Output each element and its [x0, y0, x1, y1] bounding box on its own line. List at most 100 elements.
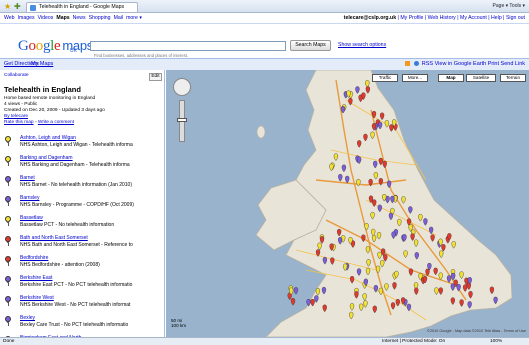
marker-stem [7, 322, 9, 326]
tab-title: Telehealth in England - Google Maps [39, 4, 125, 10]
place-item[interactable]: Bedfordshire NHS Bedfordshire - attention… [0, 254, 164, 275]
account-links: telecare@cslp.org.uk | My Profile | Web … [344, 13, 525, 23]
map-marker-icon[interactable] [293, 287, 299, 295]
marker-stem [7, 262, 9, 266]
place-title-link[interactable]: Barnsley [20, 195, 39, 201]
place-item[interactable]: Barnsley NHS Barnsley - Programme - COPD/… [0, 194, 164, 215]
place-description: NHS Bedfordshire - attention (2008) [20, 262, 100, 268]
account-links-text[interactable]: | My Profile | Web History | My Account … [398, 15, 525, 21]
map-title: Telehealth in England [4, 85, 81, 94]
show-search-options-link[interactable]: Show search options [338, 42, 386, 48]
map-scale: 50 mi 100 km [171, 318, 186, 328]
zoom-level[interactable]: 100% [490, 338, 502, 345]
place-description: NHS Barking and Dagenham - Telehealth in… [20, 162, 130, 168]
place-title-link[interactable]: Berkshire East [20, 275, 53, 281]
place-title-link[interactable]: Barking and Dagenham [20, 155, 73, 161]
place-title-link[interactable]: Bedfordshire [20, 255, 48, 261]
place-title-link[interactable]: Ashton, Leigh and Wigan [20, 135, 76, 141]
logo-region: UK [70, 48, 77, 54]
place-item[interactable]: Bexley Bexley Care Trust - No PCT telehea… [0, 314, 164, 335]
place-description: NHS Berkshire West - No PCT telehealth i… [20, 302, 131, 308]
place-description: Bassetlaw PCT - No telehealth informatio… [20, 222, 115, 228]
marker-stem [7, 222, 9, 226]
browser-tab[interactable]: Telehealth in England - Google Maps [26, 2, 138, 12]
map-button-satellite[interactable]: Satellite [466, 74, 496, 82]
gbar-link-7[interactable]: more ▾ [126, 15, 142, 21]
map-rating-links: Rate this map - Write a comment [4, 120, 75, 125]
place-description: NHS Barnsley - Programme - COPD/HF (Oct … [20, 202, 134, 208]
map-button-more[interactable]: More... [402, 74, 428, 82]
marker-stem [7, 162, 9, 166]
security-zone: Internet | Protected Mode: On [382, 339, 446, 344]
place-item[interactable]: Ashton, Leigh and Wigan NHS Ashton, Leigh… [0, 134, 164, 155]
map-button-map[interactable]: Map [438, 74, 464, 82]
map-button-traffic[interactable]: Traffic [372, 74, 398, 82]
map-marker-icon[interactable] [290, 298, 296, 306]
gbar-link-0[interactable]: Web [4, 15, 15, 21]
map-button-terrain[interactable]: Terrain [500, 74, 526, 82]
favorites-star-icon[interactable]: ★ [4, 2, 11, 11]
place-title-link[interactable]: Bassetlaw [20, 215, 43, 221]
browser-toolbar-menus[interactable]: Page ▾ Tools ▾ [493, 2, 525, 11]
gbar-link-1[interactable]: Images [18, 15, 35, 21]
browser-status-bar: Done Internet | Protected Mode: On 100% [0, 337, 529, 345]
marker-stem [7, 302, 9, 306]
collaborate-link[interactable]: Collaborate [4, 73, 29, 78]
place-description: Bexley Care Trust - No PCT telehealth in… [20, 322, 129, 328]
gbar-link-5[interactable]: Shopping [89, 15, 111, 21]
scale-km: 100 km [171, 323, 187, 328]
places-list: Ashton, Leigh and Wigan NHS Ashton, Leigh… [0, 134, 164, 337]
place-item[interactable]: Berkshire West NHS Berkshire West - No PC… [0, 294, 164, 315]
marker-stem [7, 202, 9, 206]
gbar-link-2[interactable]: Videos [38, 15, 54, 21]
maps-favicon-icon [30, 5, 36, 11]
gbar-link-4[interactable]: News [73, 15, 86, 21]
marker-stem [7, 282, 9, 286]
map-action-links[interactable]: RSS View in Google Earth Print Send Link [422, 61, 525, 67]
google-maps-logo[interactable]: Google maps [18, 38, 93, 54]
map-canvas[interactable]: Traffic More... Map Satellite Terrain 50 mi … [166, 70, 529, 337]
search-maps-button[interactable]: Search Maps [290, 40, 331, 51]
search-input[interactable] [90, 41, 286, 51]
place-item[interactable]: Barking and Dagenham NHS Barking and Dage… [0, 154, 164, 175]
maps-header: Google maps UK Find businesses, addresses… [0, 24, 529, 58]
place-title-link[interactable]: Berkshire West [20, 295, 54, 301]
add-favorites-icon[interactable]: ✚ [14, 2, 21, 11]
edit-button[interactable]: Edit [149, 73, 162, 81]
place-title-link[interactable]: Barnet [20, 175, 35, 181]
isle-of-man [256, 125, 266, 139]
marker-stem [7, 182, 9, 186]
google-services-links: Web Images Videos Maps News Shopping Mail more … [4, 13, 145, 23]
marker-stem [7, 142, 9, 146]
place-title-link[interactable]: Bexley [20, 315, 35, 321]
map-copyright: ©2010 Google - Map data ©2010 Tele Atlas… [427, 329, 526, 333]
rate-map-link[interactable]: Rate this map [4, 120, 34, 125]
my-maps-link[interactable]: My Maps [31, 61, 53, 67]
marker-stem [7, 242, 9, 246]
rss-icon[interactable] [405, 61, 411, 66]
place-description: NHS Barnet - No telehealth information (… [20, 182, 133, 188]
place-title-link[interactable]: Bath and North East Somerset [20, 235, 88, 241]
gbar-link-3[interactable]: Maps [56, 15, 69, 21]
zoom-slider-thumb[interactable] [177, 118, 187, 122]
google-earth-icon[interactable] [414, 61, 420, 66]
place-description: Berkshire East PCT - No PCT telehealth i… [20, 282, 133, 288]
write-comment-link[interactable]: Write a comment [38, 120, 74, 125]
place-item[interactable]: Berkshire East Berkshire East PCT - No PC… [0, 274, 164, 295]
place-item[interactable]: Bassetlaw Bassetlaw PCT - No telehealth i… [0, 214, 164, 235]
place-description: NHS Bath and North East Somerset - Refer… [20, 242, 133, 248]
status-text: Done [3, 339, 15, 344]
place-description: NHS Ashton, Leigh and Wigan - Telehealth… [20, 142, 133, 148]
map-svg[interactable] [166, 70, 529, 337]
map-details-panel: Collaborate Edit Telehealth in England H… [0, 70, 165, 337]
map-views: 4 views - Public [4, 102, 38, 107]
place-item[interactable]: Barnet NHS Barnet - No telehealth informa… [0, 174, 164, 195]
gbar-link-6[interactable]: Mail [114, 15, 124, 21]
maps-subbar: Get Directions My Maps RSS View in Googl… [0, 58, 529, 70]
browser-toolbar: ★ ✚ Telehealth in England - Google Maps … [0, 0, 529, 13]
place-item[interactable]: Bath and North East Somerset NHS Bath and… [0, 234, 164, 255]
pan-control[interactable] [173, 78, 191, 96]
map-author-link[interactable]: By telecare [4, 114, 28, 119]
user-email: telecare@cslp.org.uk [343, 15, 397, 21]
google-nav-bar: Web Images Videos Maps News Shopping Mail more … [0, 13, 529, 24]
